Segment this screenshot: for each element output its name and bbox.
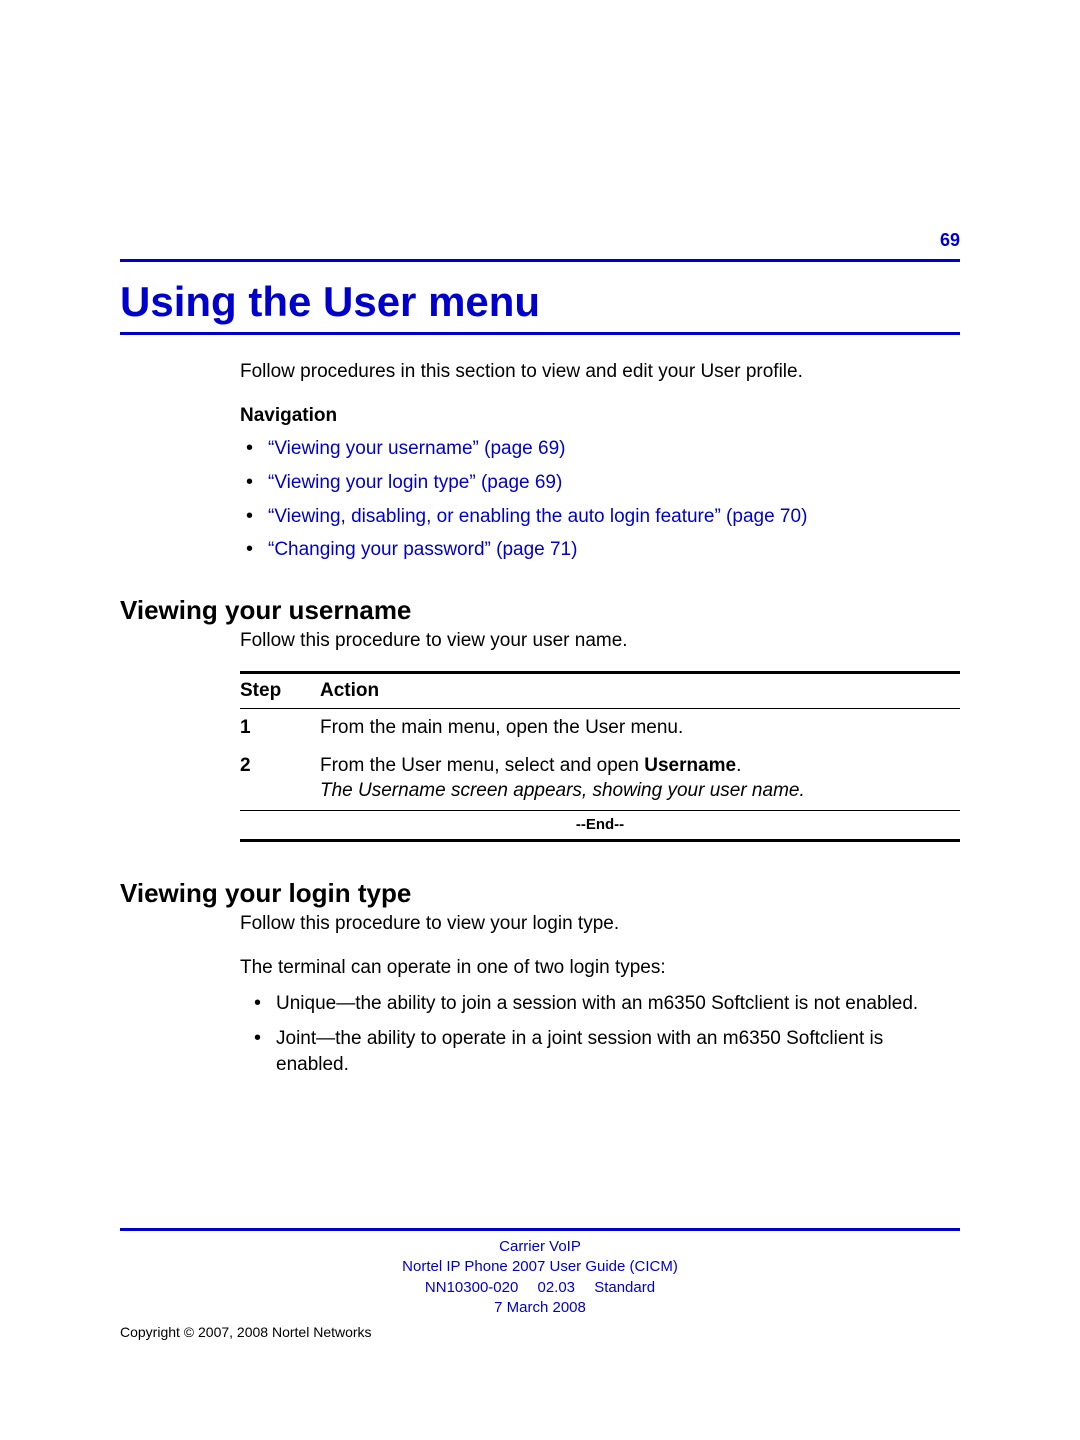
step2-pre: From the User menu, select and open: [320, 755, 644, 776]
step-action: From the main menu, open the User menu.: [320, 715, 960, 741]
login-types-list: Unique—the ability to join a session wit…: [240, 991, 960, 1078]
section-heading-username: Viewing your username: [120, 595, 960, 626]
footer-line2: Nortel IP Phone 2007 User Guide (CICM): [120, 1257, 960, 1277]
step2-result: The Username screen appears, showing you…: [320, 780, 805, 801]
footer-line3: NN10300-020 02.03 Standard: [120, 1278, 960, 1298]
nav-link-changing-password[interactable]: “Changing your password” (page 71): [240, 537, 960, 563]
nav-link-viewing-login-type[interactable]: “Viewing your login type” (page 69): [240, 470, 960, 496]
nav-link-auto-login[interactable]: “Viewing, disabling, or enabling the aut…: [240, 504, 960, 530]
header-action: Action: [320, 678, 960, 704]
document-page: 69 Using the User menu Follow procedures…: [0, 0, 1080, 1078]
table-header-row: Step Action: [240, 674, 960, 708]
step-action: From the User menu, select and open User…: [320, 753, 960, 804]
table-end-label: --End--: [240, 811, 960, 839]
footer-copyright: Copyright © 2007, 2008 Nortel Networks: [120, 1324, 960, 1340]
login-type-paragraph: The terminal can operate in one of two l…: [240, 955, 960, 981]
section-login-type-intro: Follow this procedure to view your login…: [240, 911, 960, 937]
footer-rule: [120, 1228, 960, 1231]
chapter-intro: Follow procedures in this section to vie…: [240, 359, 960, 385]
step-number: 1: [240, 715, 320, 741]
footer-center: Carrier VoIP Nortel IP Phone 2007 User G…: [120, 1237, 960, 1318]
table-row: 2 From the User menu, select and open Us…: [240, 747, 960, 810]
step2-bold: Username: [644, 755, 736, 776]
page-number: 69: [120, 230, 960, 251]
step-number: 2: [240, 753, 320, 804]
page-footer: Carrier VoIP Nortel IP Phone 2007 User G…: [120, 1228, 960, 1340]
section-username-body: Follow this procedure to view your user …: [240, 628, 960, 842]
section-heading-login-type: Viewing your login type: [120, 878, 960, 909]
header-step: Step: [240, 678, 320, 704]
step2-post: .: [736, 755, 741, 776]
procedure-table: Step Action 1 From the main menu, open t…: [240, 671, 960, 842]
chapter-title: Using the User menu: [120, 274, 960, 326]
login-type-joint: Joint—the ability to operate in a joint …: [240, 1026, 960, 1077]
footer-line4: 7 March 2008: [120, 1298, 960, 1318]
section-username-intro: Follow this procedure to view your user …: [240, 628, 960, 654]
navigation-heading: Navigation: [240, 403, 960, 429]
table-row: 1 From the main menu, open the User menu…: [240, 709, 960, 747]
table-bottom-rule: [240, 839, 960, 842]
login-type-unique: Unique—the ability to join a session wit…: [240, 991, 960, 1017]
navigation-list: “Viewing your username” (page 69) “Viewi…: [240, 436, 960, 563]
chapter-underline: [120, 332, 960, 335]
footer-line1: Carrier VoIP: [120, 1237, 960, 1257]
body-content: Follow procedures in this section to vie…: [240, 359, 960, 563]
section-login-type-body: Follow this procedure to view your login…: [240, 911, 960, 1077]
top-rule: [120, 259, 960, 262]
nav-link-viewing-username[interactable]: “Viewing your username” (page 69): [240, 436, 960, 462]
